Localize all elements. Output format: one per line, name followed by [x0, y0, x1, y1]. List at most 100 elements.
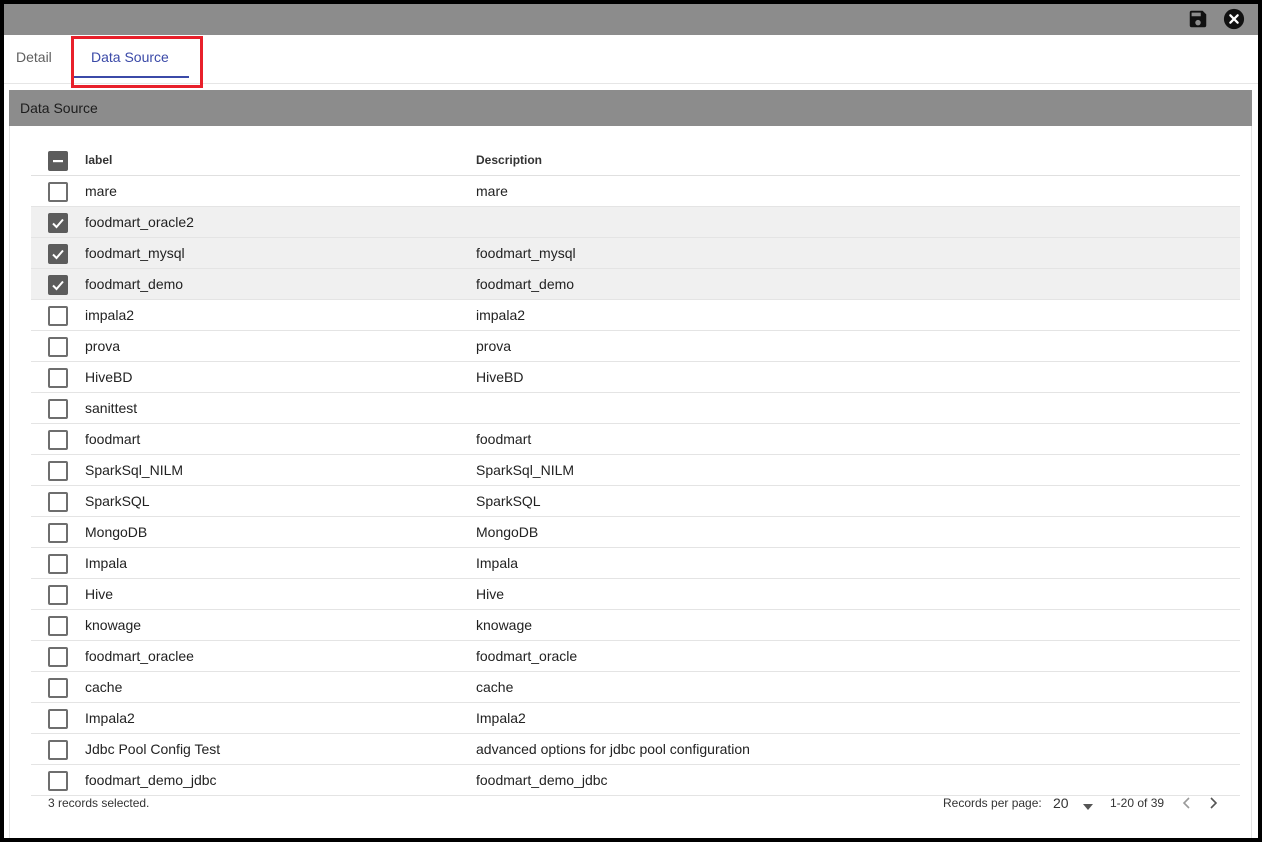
row-label: mare: [85, 183, 117, 199]
row-description: cache: [476, 679, 514, 695]
table-row[interactable]: Impala Impala: [31, 548, 1240, 579]
row-checkbox[interactable]: [48, 368, 68, 388]
active-tab-indicator: [73, 76, 189, 78]
column-header-description[interactable]: Description: [476, 145, 542, 175]
row-description: foodmart_oracle: [476, 648, 578, 664]
save-button[interactable]: [1186, 7, 1210, 31]
row-checkbox[interactable]: [48, 492, 68, 512]
table-row[interactable]: sanittest: [31, 393, 1240, 424]
data-source-table: label Description mare mare foodmart_oracl…: [31, 145, 1240, 796]
toolbar: [4, 4, 1258, 35]
table-row[interactable]: mare mare: [31, 176, 1240, 207]
row-description: mare: [476, 183, 508, 199]
row-checkbox[interactable]: [48, 678, 68, 698]
table-row[interactable]: foodmart_demo foodmart_demo: [31, 269, 1240, 300]
table-row[interactable]: foodmart foodmart: [31, 424, 1240, 455]
table-row[interactable]: cache cache: [31, 672, 1240, 703]
row-description: foodmart_mysql: [476, 245, 576, 261]
row-checkbox[interactable]: [48, 616, 68, 636]
row-checkbox[interactable]: [48, 647, 68, 667]
selection-count: 3 records selected.: [48, 796, 150, 810]
close-button[interactable]: [1222, 7, 1246, 31]
pagination-range: 1-20 of 39: [1110, 796, 1165, 810]
table-row[interactable]: MongoDB MongoDB: [31, 517, 1240, 548]
row-label: Jdbc Pool Config Test: [85, 741, 221, 757]
tab-bar: Detail Data Source: [4, 35, 1258, 84]
table-row[interactable]: impala2 impala2: [31, 300, 1240, 331]
checkmark-icon: [52, 280, 64, 291]
table-row[interactable]: foodmart_oracle2: [31, 207, 1240, 238]
row-description: foodmart_demo: [476, 276, 575, 292]
checkmark-icon: [52, 249, 64, 260]
row-checkbox[interactable]: [48, 399, 68, 419]
row-checkbox[interactable]: [48, 337, 68, 357]
caret-down-icon[interactable]: [1083, 799, 1093, 813]
row-checkbox[interactable]: [48, 585, 68, 605]
row-checkbox[interactable]: [48, 740, 68, 760]
row-checkbox[interactable]: [48, 771, 68, 791]
row-description: MongoDB: [476, 524, 539, 540]
table-row[interactable]: foodmart_oraclee foodmart_oracle: [31, 641, 1240, 672]
table-body: mare mare foodmart_oracle2 foodmart_mysql fo…: [31, 176, 1240, 796]
row-checkbox[interactable]: [48, 523, 68, 543]
row-checkbox[interactable]: [48, 306, 68, 326]
table-row[interactable]: Jdbc Pool Config Test advanced options fo…: [31, 734, 1240, 765]
row-label: Hive: [85, 586, 114, 602]
checkmark-icon: [52, 218, 64, 229]
row-description: advanced options for jdbc pool configura…: [476, 741, 750, 757]
row-checkbox[interactable]: [48, 430, 68, 450]
records-per-page-label: Records per page:: [943, 796, 1042, 810]
row-label: MongoDB: [85, 524, 148, 540]
table-row[interactable]: Impala2 Impala2: [31, 703, 1240, 734]
data-source-panel: label Description mare mare foodmart_oracl…: [9, 126, 1252, 838]
row-label: prova: [85, 338, 121, 354]
row-description: HiveBD: [476, 369, 524, 385]
table-row[interactable]: foodmart_mysql foodmart_mysql: [31, 238, 1240, 269]
row-label: sanittest: [85, 400, 138, 416]
table-row[interactable]: prova prova: [31, 331, 1240, 362]
row-label: foodmart_oraclee: [85, 648, 194, 664]
section-title: Data Source: [9, 90, 1252, 126]
table-header: label Description: [31, 145, 1240, 176]
row-label: foodmart_demo: [85, 276, 184, 292]
table-row[interactable]: SparkSql_NILM SparkSql_NILM: [31, 455, 1240, 486]
row-description: foodmart: [476, 431, 532, 447]
table-row[interactable]: knowage knowage: [31, 610, 1240, 641]
row-label: Impala: [85, 555, 128, 571]
chevron-left-icon: [1182, 797, 1190, 809]
next-page-button[interactable]: [1205, 795, 1221, 811]
table-row[interactable]: HiveBD HiveBD: [31, 362, 1240, 393]
column-header-label[interactable]: label: [85, 145, 112, 175]
row-checkbox[interactable]: [48, 709, 68, 729]
tab-detail[interactable]: Detail: [16, 35, 52, 83]
select-all-checkbox[interactable]: [48, 151, 68, 171]
row-checkbox[interactable]: [48, 244, 68, 264]
row-description: SparkSql_NILM: [476, 462, 575, 478]
row-checkbox[interactable]: [48, 182, 68, 202]
row-checkbox[interactable]: [48, 461, 68, 481]
row-description: Impala2: [476, 710, 526, 726]
row-description: knowage: [476, 617, 533, 633]
row-label: HiveBD: [85, 369, 133, 385]
records-per-page-select[interactable]: 20: [1053, 788, 1069, 818]
previous-page-button[interactable]: [1179, 795, 1195, 811]
row-checkbox[interactable]: [48, 554, 68, 574]
row-description: impala2: [476, 307, 526, 323]
row-checkbox[interactable]: [48, 213, 68, 233]
row-label: foodmart_oracle2: [85, 214, 194, 230]
table-row[interactable]: SparkSQL SparkSQL: [31, 486, 1240, 517]
chevron-right-icon: [1210, 797, 1218, 809]
dialog-window: Detail Data Source Data Source label Des…: [4, 4, 1258, 838]
row-label: impala2: [85, 307, 135, 323]
row-description: Hive: [476, 586, 505, 602]
row-description: prova: [476, 338, 512, 354]
close-circle-icon: [1223, 8, 1245, 30]
row-checkbox[interactable]: [48, 275, 68, 295]
row-label: SparkSQL: [85, 493, 150, 509]
row-label: cache: [85, 679, 123, 695]
row-description: Impala: [476, 555, 519, 571]
table-footer: 3 records selected. Records per page: 20…: [31, 788, 1240, 818]
minus-icon: [53, 160, 63, 163]
table-row[interactable]: Hive Hive: [31, 579, 1240, 610]
row-label: SparkSql_NILM: [85, 462, 184, 478]
